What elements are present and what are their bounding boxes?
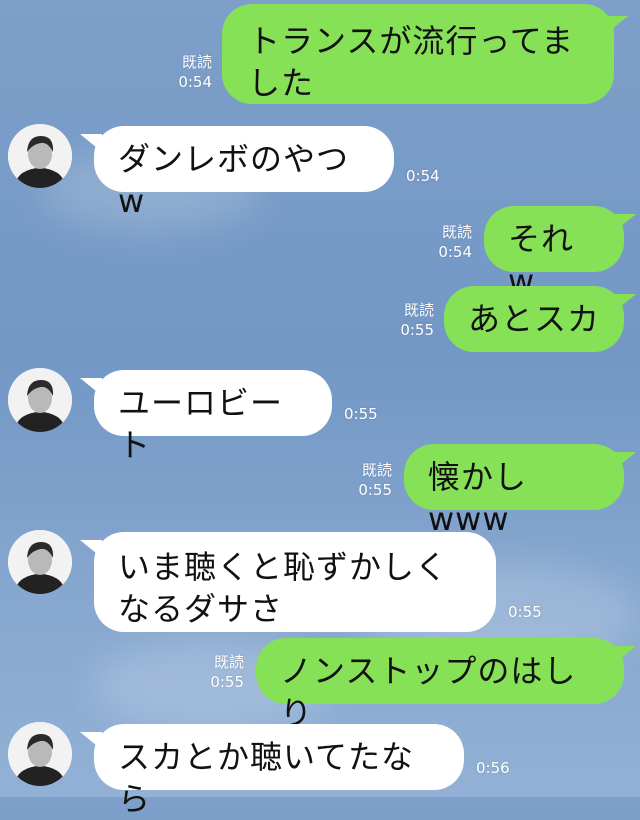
message-text: 懐かしwww [428,458,528,538]
message-time: 0:54 [178,73,212,91]
read-receipt: 既読 0:54 [160,52,212,92]
incoming-message-bubble[interactable]: ダンレボのやつw [94,126,394,220]
bubble-tail [614,214,636,232]
read-label: 既読 [441,223,472,241]
bubble-tail [80,378,102,396]
outgoing-message-bubble[interactable]: あとスカ [444,286,624,352]
contact-avatar-icon[interactable] [8,530,72,594]
bubble-tail [614,452,636,470]
message-time: 0:55 [344,405,378,423]
message-text: スカとか聴いてたなら [118,738,415,818]
message-text: いま聴くと恥ずかしくなるダサさ [118,548,449,628]
bubble-tail [80,134,102,152]
message-text: トランスが流行ってました [248,22,575,102]
contact-avatar-icon[interactable] [8,722,72,786]
message-text: ユーロビート [118,384,284,464]
bubble-tail [614,646,636,664]
read-label: 既読 [361,461,392,479]
read-label: 既読 [403,301,434,319]
outgoing-message-bubble[interactable]: それw [484,206,624,300]
bubble-tail [606,16,628,34]
read-receipt: 既読 0:55 [192,652,244,692]
message-time: 0:55 [358,481,392,499]
message-time: 0:55 [210,673,244,691]
contact-avatar-icon[interactable] [8,124,72,188]
read-receipt: 既読 0:55 [340,460,392,500]
read-receipt: 既読 0:55 [382,300,434,340]
message-time: 0:55 [400,321,434,339]
read-label: 既読 [181,53,212,71]
message-text: ダンレボのやつw [118,140,350,220]
read-receipt: 既読 0:54 [420,222,472,262]
message-time: 0:56 [476,759,510,777]
incoming-message-bubble[interactable]: スカとか聴いてたなら [94,724,464,818]
incoming-message-bubble[interactable]: いま聴くと恥ずかしくなるダサさ [94,532,496,632]
contact-avatar-icon[interactable] [8,368,72,432]
read-label: 既読 [213,653,244,671]
outgoing-message-bubble[interactable]: ノンストップのはしり [256,638,624,732]
outgoing-message-bubble[interactable]: トランスが流行ってました [222,4,614,104]
message-text: ノンストップのはしり [280,652,577,732]
bubble-tail [614,294,636,312]
bubble-tail [80,732,102,750]
outgoing-message-bubble[interactable]: 懐かしwww [404,444,624,538]
incoming-message-bubble[interactable]: ユーロビート [94,370,332,464]
message-time: 0:54 [406,167,440,185]
message-time: 0:54 [438,243,472,261]
bubble-tail [80,540,102,558]
message-time: 0:55 [508,603,542,621]
message-text: あとスカ [468,300,601,338]
